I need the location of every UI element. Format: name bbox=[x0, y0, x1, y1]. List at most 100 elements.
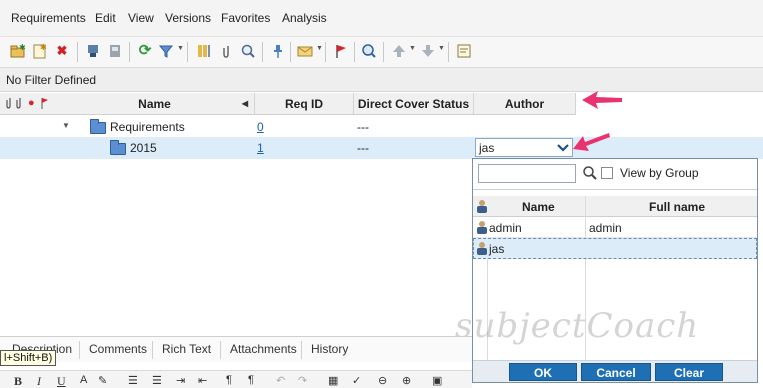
toolbar-separator bbox=[448, 42, 449, 62]
highlight-icon[interactable]: ✎ bbox=[98, 374, 107, 387]
new-requirement-icon[interactable]: ✱ bbox=[32, 43, 48, 59]
menu-versions[interactable]: Versions bbox=[165, 11, 211, 25]
annotation-arrow-icon bbox=[582, 91, 622, 109]
zoom-out-icon[interactable]: ⊖ bbox=[378, 374, 387, 387]
table-row[interactable]: ▼ Requirements 0 --- bbox=[0, 116, 763, 138]
bold-button[interactable]: B bbox=[14, 374, 22, 388]
svg-text:✱: ✱ bbox=[40, 43, 47, 52]
menu-favorites[interactable]: Favorites bbox=[221, 11, 270, 25]
send-mail-icon[interactable] bbox=[297, 43, 313, 59]
main-toolbar: ✱ ✱ ✖ ⟳ ▼ ▼ ▼ ▼ bbox=[0, 37, 763, 68]
tab-separator bbox=[220, 341, 221, 359]
new-folder-icon[interactable]: ✱ bbox=[10, 43, 26, 59]
chevron-down-icon[interactable]: ▼ bbox=[409, 45, 416, 52]
generate-test-icon[interactable] bbox=[107, 43, 123, 59]
redo-icon[interactable]: ↷ bbox=[298, 374, 307, 387]
font-color-icon[interactable]: A bbox=[80, 374, 87, 386]
image-icon[interactable]: ▣ bbox=[432, 374, 442, 387]
attachment-column-icon[interactable] bbox=[4, 97, 13, 112]
requirement-id-link[interactable]: 1 bbox=[257, 141, 264, 155]
delete-icon[interactable]: ✖ bbox=[54, 43, 70, 59]
filter-icon[interactable] bbox=[158, 43, 174, 59]
linked-column-icon[interactable] bbox=[14, 97, 23, 112]
bullet-list-icon[interactable]: ☰ bbox=[128, 374, 138, 387]
svg-text:✱: ✱ bbox=[19, 43, 26, 52]
search-icon[interactable] bbox=[582, 165, 598, 181]
zoom-in-icon[interactable] bbox=[240, 43, 256, 59]
author-combo-value: jas bbox=[479, 141, 495, 155]
ok-button[interactable]: OK bbox=[509, 363, 577, 381]
user-column-name[interactable]: Name bbox=[522, 200, 555, 214]
shortcut-tooltip: l+Shift+B) bbox=[0, 350, 57, 366]
view-columns-icon[interactable] bbox=[196, 43, 212, 59]
alert-column-icon[interactable]: ● bbox=[28, 97, 35, 109]
undo-icon[interactable]: ↶ bbox=[276, 374, 285, 387]
toolbar-separator bbox=[129, 42, 130, 62]
menu-requirements[interactable]: Requirements bbox=[11, 11, 86, 25]
table-icon[interactable]: ▦ bbox=[328, 374, 338, 387]
zoom-in-icon[interactable]: ⊕ bbox=[402, 374, 411, 387]
collapse-arrow-icon[interactable]: ▼ bbox=[62, 121, 70, 130]
chevron-down-icon[interactable]: ▼ bbox=[177, 45, 184, 52]
author-picker-popup: View by Group Name Full name admin admin… bbox=[472, 158, 758, 383]
view-by-group-checkbox[interactable] bbox=[601, 167, 613, 179]
tab-separator bbox=[79, 341, 80, 359]
italic-button[interactable]: I bbox=[37, 374, 41, 388]
toolbar-separator bbox=[325, 42, 326, 62]
column-header-cover-status[interactable]: Direct Cover Status bbox=[354, 93, 474, 115]
flag-column-icon[interactable] bbox=[40, 97, 49, 112]
refresh-icon[interactable]: ⟳ bbox=[137, 43, 153, 59]
underline-button[interactable]: U bbox=[57, 374, 66, 388]
column-header-req-id[interactable]: Req ID bbox=[255, 93, 354, 115]
cover-status: --- bbox=[357, 141, 369, 155]
tab-rich-text[interactable]: Rich Text bbox=[162, 342, 211, 356]
table-row[interactable]: 2015 1 --- bbox=[0, 137, 763, 159]
menu-view[interactable]: View bbox=[128, 11, 154, 25]
move-up-icon[interactable] bbox=[391, 43, 407, 59]
paragraph-rtl-icon[interactable]: ¶ bbox=[248, 374, 254, 386]
toolbar-separator bbox=[354, 42, 355, 62]
flag-icon[interactable] bbox=[333, 43, 349, 59]
folder-icon bbox=[110, 140, 126, 155]
column-header-name[interactable]: Name ◀ bbox=[55, 93, 255, 115]
column-header-author[interactable]: Author bbox=[474, 93, 576, 115]
menu-analysis[interactable]: Analysis bbox=[282, 11, 327, 25]
user-list-header: Name Full name bbox=[473, 196, 757, 217]
user-search-input[interactable] bbox=[478, 164, 576, 183]
column-name-label: Name bbox=[138, 97, 171, 111]
attachment-icon[interactable] bbox=[218, 43, 234, 59]
numbered-list-icon[interactable]: ☰ bbox=[152, 374, 162, 387]
list-item[interactable]: admin admin bbox=[473, 217, 757, 238]
comments-icon[interactable] bbox=[456, 43, 472, 59]
paragraph-ltr-icon[interactable]: ¶ bbox=[226, 374, 232, 386]
chevron-down-icon[interactable]: ▼ bbox=[438, 45, 445, 52]
popup-footer: OK Cancel Clear bbox=[473, 360, 757, 382]
filter-status-text: No Filter Defined bbox=[6, 73, 97, 87]
filter-bar: No Filter Defined bbox=[0, 68, 763, 92]
tab-comments[interactable]: Comments bbox=[89, 342, 147, 356]
chevron-down-icon[interactable]: ▼ bbox=[316, 45, 323, 52]
folder-icon bbox=[90, 119, 106, 134]
user-icon bbox=[476, 199, 488, 213]
outdent-icon[interactable]: ⇤ bbox=[198, 374, 207, 387]
tab-attachments[interactable]: Attachments bbox=[230, 342, 297, 356]
tab-history[interactable]: History bbox=[311, 342, 348, 356]
menu-bar: Requirements Edit View Versions Favorite… bbox=[0, 0, 763, 37]
clear-button[interactable]: Clear bbox=[655, 363, 723, 381]
user-column-full-name[interactable]: Full name bbox=[649, 200, 705, 214]
chevron-down-icon[interactable] bbox=[554, 139, 572, 156]
move-down-icon[interactable] bbox=[420, 43, 436, 59]
menu-edit[interactable]: Edit bbox=[95, 11, 116, 25]
indent-icon[interactable]: ⇥ bbox=[176, 374, 185, 387]
find-icon[interactable] bbox=[361, 43, 377, 59]
author-combo[interactable]: jas bbox=[475, 138, 573, 157]
cancel-button[interactable]: Cancel bbox=[581, 363, 651, 381]
cover-status: --- bbox=[357, 120, 369, 134]
convert-to-tests-icon[interactable] bbox=[85, 43, 101, 59]
requirement-id-link[interactable]: 0 bbox=[257, 120, 264, 134]
list-item[interactable]: jas bbox=[473, 238, 757, 259]
format-toolbar: B I U A ✎ ☰ ☰ ⇥ ⇤ ¶ ¶ ↶ ↷ ▦ ✓ ⊖ ⊕ ▣ bbox=[0, 370, 472, 388]
toolbar-separator bbox=[187, 42, 188, 62]
pin-icon[interactable] bbox=[270, 43, 286, 59]
spell-check-icon[interactable]: ✓ bbox=[352, 374, 361, 387]
